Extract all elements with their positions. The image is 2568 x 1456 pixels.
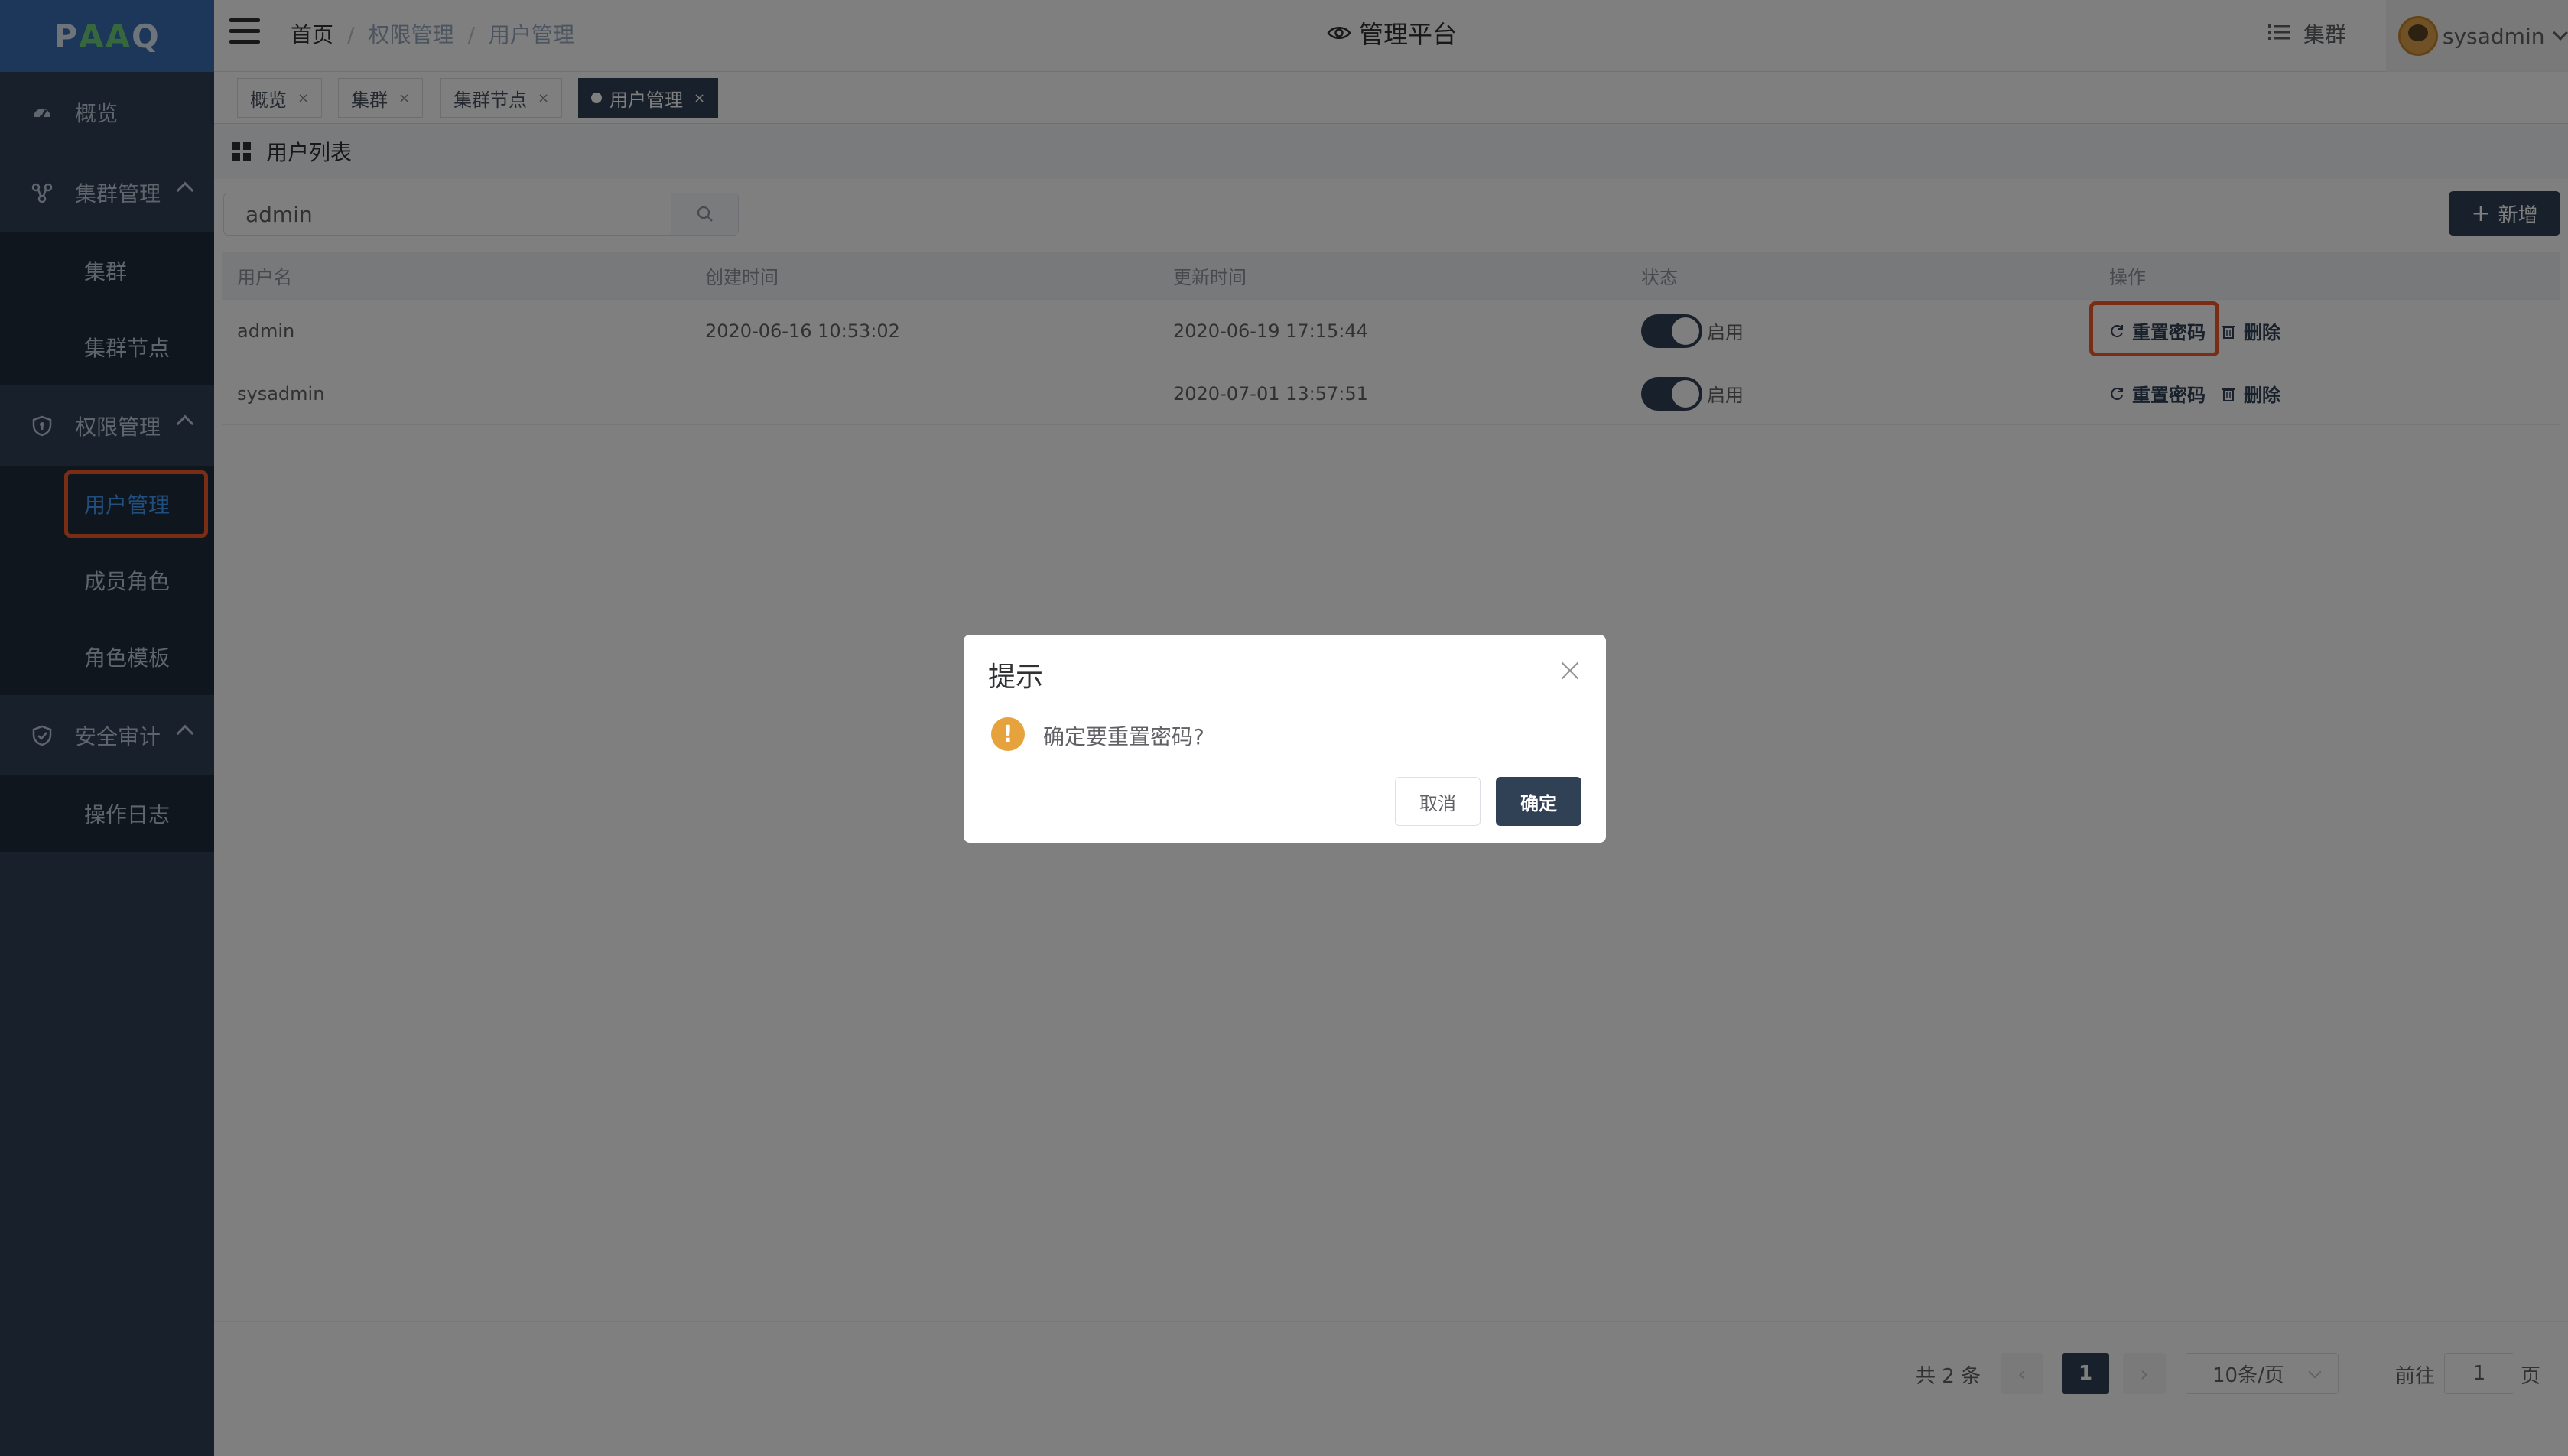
warning-icon: ! (991, 717, 1025, 751)
dialog-message: 确定要重置密码? (1043, 724, 1204, 749)
close-icon[interactable] (1559, 659, 1581, 682)
confirm-dialog: 提示 ! 确定要重置密码? 取消 确定 (964, 635, 1606, 843)
confirm-button[interactable]: 确定 (1496, 777, 1581, 826)
cancel-button[interactable]: 取消 (1395, 777, 1481, 826)
dialog-title: 提示 (988, 661, 1044, 693)
